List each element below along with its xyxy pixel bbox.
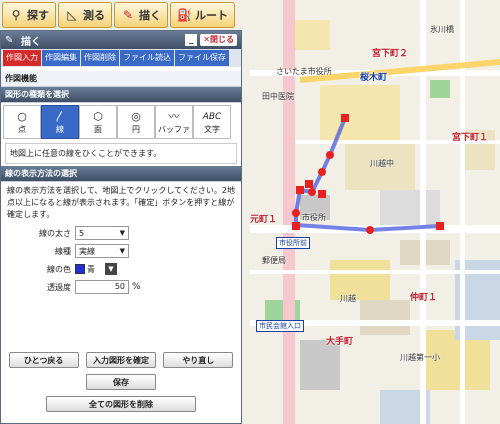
shape-circle[interactable]: ◎ 円 <box>117 105 155 139</box>
opacity-label: 透過度 <box>47 282 71 292</box>
route-button-label: ルート <box>195 9 228 22</box>
type-row: 線種 実線 ▼ <box>1 242 241 260</box>
method-section-header: 線の表示方法の選択 <box>1 166 241 182</box>
map-label-city-office: 市役所 <box>302 213 326 222</box>
ruler-icon: ◺ <box>67 8 77 22</box>
line-icon: 〳 <box>54 109 66 123</box>
color-swatch <box>75 264 85 274</box>
shape-polygon[interactable]: ⬡ 面 <box>79 105 117 139</box>
map-label-motomachi1: 元町１ <box>250 215 278 225</box>
confirm-shape-button[interactable]: 入力図形を確定 <box>85 352 156 368</box>
shape-polygon-label: 面 <box>94 124 102 134</box>
width-row: 線の太さ 5 ▼ <box>1 224 241 242</box>
search-button[interactable]: ⚲ 探す <box>2 2 56 28</box>
shape-hint: 地図上に任意の線をひくことができます。 <box>5 143 237 164</box>
line-color-value: 青 <box>87 264 95 274</box>
map-label-sakuragi: 桜木町 <box>360 73 388 83</box>
shape-point-label: 点 <box>18 124 26 134</box>
type-label: 線種 <box>55 246 71 256</box>
width-label: 線の太さ <box>39 228 71 238</box>
map-label-city: さいたま市役所 <box>276 67 332 76</box>
map-label-otemachi: 大手町 <box>326 337 354 347</box>
delete-row: 全ての図形を削除 <box>1 396 241 412</box>
measure-button-label: 測る <box>83 9 105 22</box>
draw-panel: ✎ 描く _ ✕閉じる 作図入力 作図編集 作図削除 ファイル読込 ファイル保存… <box>0 30 242 424</box>
line-width-select[interactable]: 5 ▼ <box>75 226 129 240</box>
shape-buffer-label: バッファ <box>158 124 190 134</box>
color-label: 線の色 <box>47 264 71 274</box>
shape-selector: ○ 点 〳 線 ⬡ 面 ◎ 円 〰 バッファ ABC 文字 <box>1 103 241 141</box>
line-type-select[interactable]: 実線 ▼ <box>75 244 129 258</box>
close-button-label: 閉じる <box>210 35 234 44</box>
text-icon: ABC <box>202 111 222 122</box>
tab-file-save[interactable]: ファイル保存 <box>175 50 229 66</box>
draw-button-label: 描く <box>139 9 161 22</box>
redo-button[interactable]: やり直し <box>163 352 234 368</box>
save-button[interactable]: 保存 <box>86 374 156 390</box>
map-label-cityentrance: 市民会館入口 <box>256 320 304 332</box>
pencil-icon: ✎ <box>5 34 14 46</box>
panel-title: 描く <box>21 36 41 48</box>
shape-circle-label: 円 <box>132 124 140 134</box>
function-header: 作図機能 <box>1 71 241 87</box>
route-button[interactable]: ⛽ ルート <box>170 2 235 28</box>
map-label-tanaka: 田中医院 <box>262 92 294 101</box>
tab-draw-input[interactable]: 作図入力 <box>3 50 41 66</box>
line-color-select[interactable]: 青 ▼ <box>75 262 135 276</box>
opacity-unit: % <box>132 282 141 292</box>
shape-line[interactable]: 〳 線 <box>41 105 79 139</box>
shape-line-label: 線 <box>56 124 64 134</box>
tab-draw-delete[interactable]: 作図削除 <box>81 50 119 66</box>
action-buttons: ひとつ戻る 入力図形を確定 やり直し <box>1 352 241 368</box>
color-row: 線の色 青 ▼ <box>1 260 241 278</box>
draw-button[interactable]: ✎ 描く <box>114 2 168 28</box>
polygon-icon: ⬡ <box>93 109 103 123</box>
map-label-kawagoe: 川越 <box>340 294 356 303</box>
map-label-miyashita2: 宮下町２ <box>372 49 409 59</box>
shape-section-header: 図形の種類を選択 <box>1 87 241 103</box>
circle-icon: ◎ <box>131 109 141 123</box>
map-label-hikawa: 氷川橋 <box>430 25 454 34</box>
minimize-button[interactable]: _ <box>185 34 198 46</box>
map-label-post: 郵便局 <box>262 256 286 265</box>
map-label-school: 川越第一小 <box>400 353 440 362</box>
buffer-icon: 〰 <box>168 109 180 123</box>
shape-point[interactable]: ○ 点 <box>3 105 41 139</box>
tab-file-load[interactable]: ファイル読込 <box>120 50 174 66</box>
shape-text-label: 文字 <box>204 124 220 134</box>
tab-draw-edit[interactable]: 作図編集 <box>42 50 80 66</box>
opacity-row: 透過度 50 % <box>1 278 241 296</box>
shape-buffer[interactable]: 〰 バッファ <box>155 105 193 139</box>
map-label-jh: 川越中 <box>370 159 394 168</box>
shape-text[interactable]: ABC 文字 <box>193 105 231 139</box>
main-toolbar: ⚲ 探す ◺ 測る ✎ 描く ⛽ ルート <box>0 0 270 30</box>
undo-button[interactable]: ひとつ戻る <box>8 352 79 368</box>
panel-tabs: 作図入力 作図編集 作図削除 ファイル読込 ファイル保存 <box>1 49 241 67</box>
search-icon: ⚲ <box>11 8 21 22</box>
line-width-value: 5 <box>79 228 85 238</box>
pencil-icon: ✎ <box>122 8 134 22</box>
map-label-nakasaka: 仲町１ <box>410 293 438 303</box>
point-icon: ○ <box>17 109 27 123</box>
measure-button[interactable]: ◺ 測る <box>58 2 112 28</box>
map-label-miyashita1: 宮下町１ <box>452 133 489 143</box>
chevron-down-icon: ▼ <box>119 247 125 255</box>
chevron-down-icon[interactable]: ▼ <box>105 263 117 275</box>
map-label-cityhall: 市役所前 <box>276 237 310 249</box>
search-button-label: 探す <box>27 9 49 22</box>
save-row: 保存 <box>1 374 241 390</box>
route-icon: ⛽ <box>177 8 192 22</box>
chevron-down-icon: ▼ <box>119 229 125 237</box>
panel-titlebar[interactable]: ✎ 描く _ ✕閉じる <box>1 31 241 49</box>
close-button[interactable]: ✕閉じる <box>200 34 237 46</box>
instructions-text: 線の表示方法を選択して、地図上でクリックしてください。2地点以上になると線が表示… <box>7 186 235 219</box>
line-type-value: 実線 <box>79 246 95 256</box>
delete-all-button[interactable]: 全ての図形を削除 <box>46 396 196 412</box>
opacity-input[interactable]: 50 <box>75 280 129 294</box>
